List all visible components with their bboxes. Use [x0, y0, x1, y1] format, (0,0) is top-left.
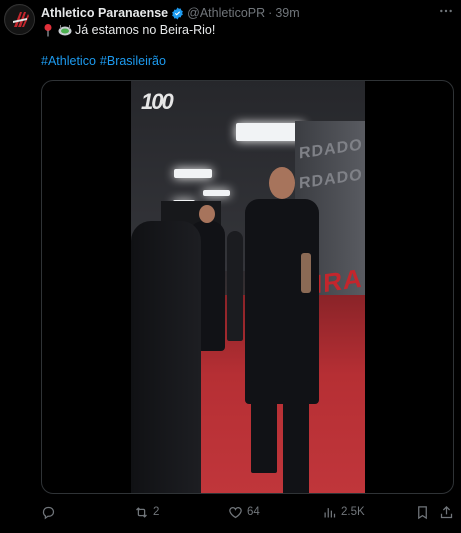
ceiling-light	[174, 169, 212, 178]
player-walking	[245, 199, 319, 404]
verified-badge-icon	[172, 7, 184, 19]
bookmark-button[interactable]	[415, 505, 430, 520]
round-pushpin-icon	[44, 24, 52, 37]
author-name[interactable]: Athletico Paranaense	[41, 6, 168, 20]
athletico-crest-icon	[5, 5, 34, 34]
video-overlay-logo: 100	[141, 89, 174, 114]
reply-button[interactable]	[41, 505, 60, 520]
separator: ·	[268, 6, 273, 20]
player-leg	[283, 381, 309, 493]
player-head	[269, 167, 295, 199]
share-button[interactable]	[439, 505, 454, 520]
post-timestamp[interactable]: 39m	[275, 6, 299, 20]
retweet-count: 2	[153, 506, 160, 518]
heart-icon	[229, 506, 242, 518]
video-player[interactable]: RDADO RDADO IRA 100	[41, 80, 454, 494]
hashtag-athletico[interactable]: #Athletico	[41, 54, 96, 68]
views-button[interactable]: 2.5K	[322, 505, 365, 520]
foreground-person	[131, 221, 201, 493]
bookmark-icon	[418, 505, 427, 519]
person-background	[227, 231, 243, 341]
more-options-icon[interactable]	[437, 2, 455, 20]
share-icon	[440, 505, 453, 518]
hashtag-list: #Athletico #Brasileirão	[41, 54, 170, 68]
retweet-button[interactable]: 2	[134, 505, 159, 520]
stadium-icon	[58, 25, 72, 36]
post-text: Já estamos no Beira-Rio!	[41, 22, 215, 38]
water-bottle	[301, 253, 311, 293]
action-bar: 2 64 2.5K	[41, 503, 454, 521]
post-header: Athletico Paranaense @AthleticoPR · 39m	[41, 5, 300, 21]
person-head	[199, 205, 215, 223]
player-leg	[251, 381, 277, 473]
like-button[interactable]: 64	[228, 505, 260, 520]
reply-icon	[42, 506, 55, 519]
hashtag-brasileirao[interactable]: #Brasileirão	[100, 54, 166, 68]
like-count: 64	[247, 506, 260, 518]
ceiling-light	[203, 190, 230, 196]
analytics-icon	[324, 507, 336, 517]
author-avatar[interactable]	[4, 4, 35, 35]
views-count: 2.5K	[341, 506, 365, 518]
author-handle[interactable]: @AthleticoPR	[187, 6, 265, 20]
retweet-icon	[136, 506, 147, 518]
ceiling-light	[236, 123, 304, 141]
post-text-content: Já estamos no Beira-Rio!	[75, 23, 216, 37]
